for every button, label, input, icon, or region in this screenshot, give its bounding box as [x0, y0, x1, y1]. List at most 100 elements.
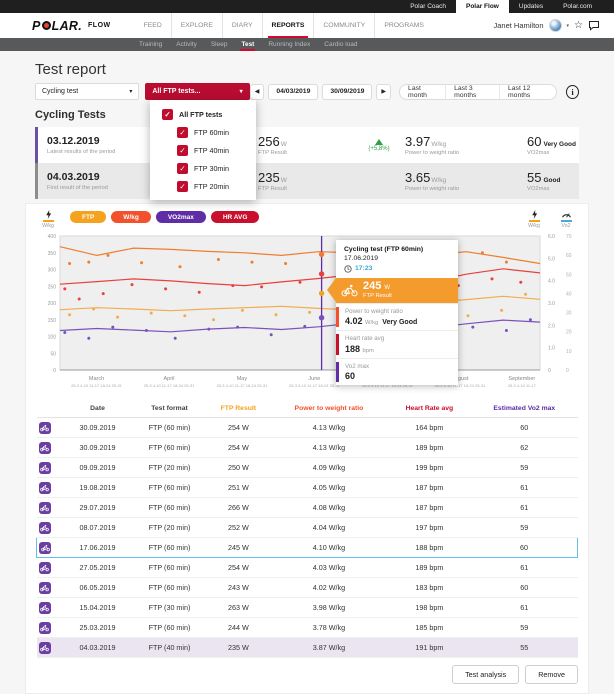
subnav-item-activity[interactable]: Activity	[169, 38, 204, 51]
range-last-3-months[interactable]: Last 3 months	[445, 85, 499, 99]
trend-line-red-dot[interactable]	[519, 281, 522, 284]
trend-line-amber-dot[interactable]	[275, 313, 278, 316]
filter-option-ftp-30min[interactable]: FTP 30min	[150, 159, 256, 177]
trend-line-purple-dot[interactable]	[174, 337, 177, 340]
trend-line-red-dot[interactable]	[131, 283, 134, 286]
table-row[interactable]: 08.07.2019FTP (20 min)252 W4.04 W/kg197 …	[37, 518, 578, 538]
checkbox-checked-icon[interactable]	[177, 163, 188, 174]
trend-line-purple-dot[interactable]	[471, 326, 474, 329]
trend-line-red-dot[interactable]	[491, 277, 494, 280]
table-row[interactable]: 30.09.2019FTP (60 min)254 W4.13 W/kg164 …	[37, 418, 578, 438]
checkbox-checked-icon[interactable]	[162, 109, 173, 120]
trend-line-orange-dot[interactable]	[87, 261, 90, 264]
legend-pill-ftp[interactable]: FTP	[70, 211, 106, 223]
table-row[interactable]: 06.05.2019FTP (60 min)243 W4.02 W/kg183 …	[37, 578, 578, 598]
trend-line-amber-dot[interactable]	[92, 308, 95, 311]
topbar-tab-polar-com[interactable]: Polar.com	[553, 0, 602, 13]
column-header-ftp-result[interactable]: FTP Result	[207, 400, 271, 418]
trend-line-orange-dot[interactable]	[481, 251, 484, 254]
sport-select[interactable]: Cycling test	[35, 83, 139, 100]
selected-test-dot[interactable]	[319, 252, 324, 257]
table-row[interactable]: 30.09.2019FTP (60 min)254 W4.13 W/kg189 …	[37, 438, 578, 458]
filter-option-ftp-40min[interactable]: FTP 40min	[150, 141, 256, 159]
trend-line-amber-dot[interactable]	[183, 314, 186, 317]
range-last-12-months[interactable]: Last 12 months	[499, 85, 556, 99]
next-period-button[interactable]	[376, 84, 391, 100]
trend-line-purple-dot[interactable]	[505, 329, 508, 332]
trend-line-orange-dot[interactable]	[284, 262, 287, 265]
trend-line-amber-dot[interactable]	[500, 309, 503, 312]
topbar-tab-polar-flow[interactable]: Polar Flow	[456, 0, 509, 13]
trend-line-red-dot[interactable]	[102, 292, 105, 295]
trend-line-purple-dot[interactable]	[236, 326, 239, 329]
user-name[interactable]: Janet Hamilton	[493, 21, 543, 30]
summary-row-latest[interactable]: 03.12.2019Latest results of the period25…	[35, 127, 579, 163]
trend-line-orange-dot[interactable]	[107, 254, 110, 257]
trend-line-amber-dot[interactable]	[524, 293, 527, 296]
selected-test-dot[interactable]	[319, 271, 324, 276]
previous-period-button[interactable]	[250, 84, 265, 100]
subnav-item-running-index[interactable]: Running Index	[261, 38, 317, 51]
nav-item-programs[interactable]: PROGRAMS	[374, 13, 433, 38]
trend-line-red-dot[interactable]	[63, 287, 66, 290]
checkbox-checked-icon[interactable]	[177, 127, 188, 138]
trend-line-amber-dot[interactable]	[68, 313, 71, 316]
checkbox-checked-icon[interactable]	[177, 181, 188, 192]
filter-option-all-ftp-tests[interactable]: All FTP tests	[150, 105, 256, 123]
nav-item-reports[interactable]: REPORTS	[262, 13, 314, 38]
topbar-tab-updates[interactable]: Updates	[509, 0, 553, 13]
summary-row-first[interactable]: 04.03.2019First result of the periodFTP …	[35, 163, 579, 199]
column-header-power-to-weight-ratio[interactable]: Power to weight ratio	[270, 400, 388, 418]
checkbox-checked-icon[interactable]	[177, 145, 188, 156]
legend-pill-vo2max[interactable]: VO2max	[156, 211, 206, 223]
chevron-down-icon[interactable]: ▾	[567, 23, 570, 29]
subnav-item-sleep[interactable]: Sleep	[204, 38, 235, 51]
trend-line-orange-dot[interactable]	[217, 258, 220, 261]
trend-line-amber-dot[interactable]	[467, 314, 470, 317]
nav-item-community[interactable]: COMMUNITY	[313, 13, 374, 38]
column-header-date[interactable]: Date	[63, 400, 133, 418]
table-row[interactable]: 29.07.2019FTP (60 min)266 W4.08 W/kg187 …	[37, 498, 578, 518]
trend-line-purple-dot[interactable]	[87, 337, 90, 340]
selected-test-dot[interactable]	[319, 315, 324, 320]
remove-button[interactable]: Remove	[525, 665, 578, 684]
chat-bubble-icon[interactable]	[588, 20, 600, 31]
trend-line-red-dot[interactable]	[198, 291, 201, 294]
favorites-star-icon[interactable]	[574, 20, 583, 31]
filter-option-ftp-60min[interactable]: FTP 60min	[150, 123, 256, 141]
trend-line-orange-dot[interactable]	[179, 265, 182, 268]
trend-line-purple-dot[interactable]	[529, 318, 532, 321]
trend-line-orange-dot[interactable]	[505, 261, 508, 264]
trend-line-amber-dot[interactable]	[212, 318, 215, 321]
trend-line-orange-dot[interactable]	[140, 261, 143, 264]
column-header-heart-rate-avg[interactable]: Heart Rate avg	[388, 400, 471, 418]
table-row[interactable]: 25.03.2019FTP (60 min)244 W3.78 W/kg185 …	[37, 618, 578, 638]
table-row[interactable]: 19.08.2019FTP (60 min)251 W4.05 W/kg187 …	[37, 478, 578, 498]
table-row[interactable]: 15.04.2019FTP (30 min)263 W3.98 W/kg198 …	[37, 598, 578, 618]
trend-line-red-dot[interactable]	[78, 298, 81, 301]
trend-line-orange-dot[interactable]	[68, 262, 71, 265]
legend-pill-w-kg[interactable]: W/kg	[111, 211, 151, 223]
date-from-field[interactable]: 04/03/2019	[268, 84, 318, 100]
date-to-field[interactable]: 30/09/2019	[322, 84, 372, 100]
test-analysis-button[interactable]: Test analysis	[452, 665, 519, 684]
topbar-tab-polar-coach[interactable]: Polar Coach	[400, 0, 456, 13]
trend-line-purple-dot[interactable]	[63, 331, 66, 334]
subnav-item-cardio-load[interactable]: Cardio load	[317, 38, 364, 51]
column-header-estimated-vo2-max[interactable]: Estimated Vo2 max	[471, 400, 577, 418]
polar-logo[interactable]: PLAR. FLOW	[32, 19, 111, 33]
trend-line-purple-dot[interactable]	[145, 329, 148, 332]
avatar[interactable]	[549, 19, 562, 32]
trend-line-amber-dot[interactable]	[241, 309, 244, 312]
legend-pill-hr-avg[interactable]: HR AVG	[211, 211, 260, 223]
trend-line-red-dot[interactable]	[231, 284, 234, 287]
trend-line-purple-dot[interactable]	[111, 326, 114, 329]
subnav-item-test[interactable]: Test	[234, 38, 261, 51]
trend-line-red-dot[interactable]	[299, 281, 302, 284]
test-filter-select[interactable]: All FTP tests...	[145, 83, 249, 100]
trend-line-purple-dot[interactable]	[207, 328, 210, 331]
table-row[interactable]: 27.05.2019FTP (60 min)254 W4.03 W/kg189 …	[37, 558, 578, 578]
trend-line-orange-dot[interactable]	[251, 261, 254, 264]
trend-line-amber-dot[interactable]	[116, 316, 119, 319]
table-row[interactable]: 04.03.2019FTP (40 min)235 W3.87 W/kg191 …	[37, 638, 578, 658]
